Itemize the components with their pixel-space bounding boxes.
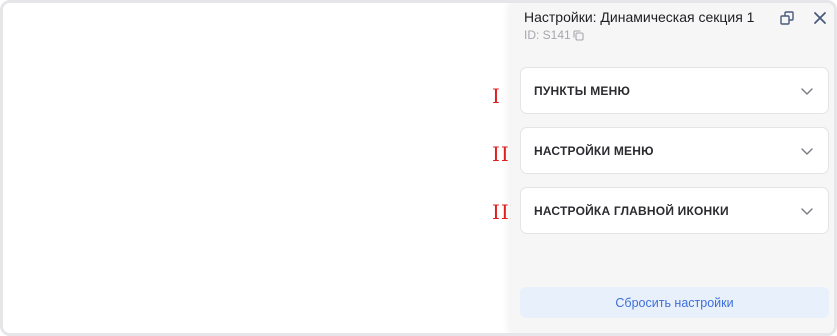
canvas-area[interactable] (3, 3, 513, 333)
section-label: ПУНКТЫ МЕНЮ (534, 83, 631, 98)
copy-icon[interactable] (573, 29, 584, 41)
panel-title: Настройки: Динамическая секция 1 (524, 9, 755, 25)
section-label: НАСТРОЙКА ГЛАВНОЙ ИКОНКИ (534, 203, 729, 218)
app-frame: I II III Настройки: Динамическая секция … (0, 0, 837, 336)
annotation-marker-2: II (492, 142, 510, 166)
settings-panel: Настройки: Динамическая секция 1 ID: S14… (511, 3, 834, 333)
chevron-down-icon (801, 207, 813, 215)
reset-settings-button[interactable]: Сбросить настройки (520, 287, 829, 318)
annotation-marker-1: I (492, 84, 501, 108)
chevron-down-icon (801, 87, 813, 95)
section-menu-items[interactable]: ПУНКТЫ МЕНЮ (520, 67, 829, 114)
close-button[interactable] (811, 9, 829, 27)
chevron-down-icon (801, 147, 813, 155)
popout-icon (780, 11, 794, 25)
panel-id-text: ID: S141 (524, 28, 571, 42)
close-icon (814, 12, 826, 24)
panel-id: ID: S141 (524, 28, 584, 42)
section-main-icon-settings[interactable]: НАСТРОЙКА ГЛАВНОЙ ИКОНКИ (520, 187, 829, 234)
section-label: НАСТРОЙКИ МЕНЮ (534, 143, 654, 158)
section-menu-settings[interactable]: НАСТРОЙКИ МЕНЮ (520, 127, 829, 174)
popout-button[interactable] (778, 9, 796, 27)
